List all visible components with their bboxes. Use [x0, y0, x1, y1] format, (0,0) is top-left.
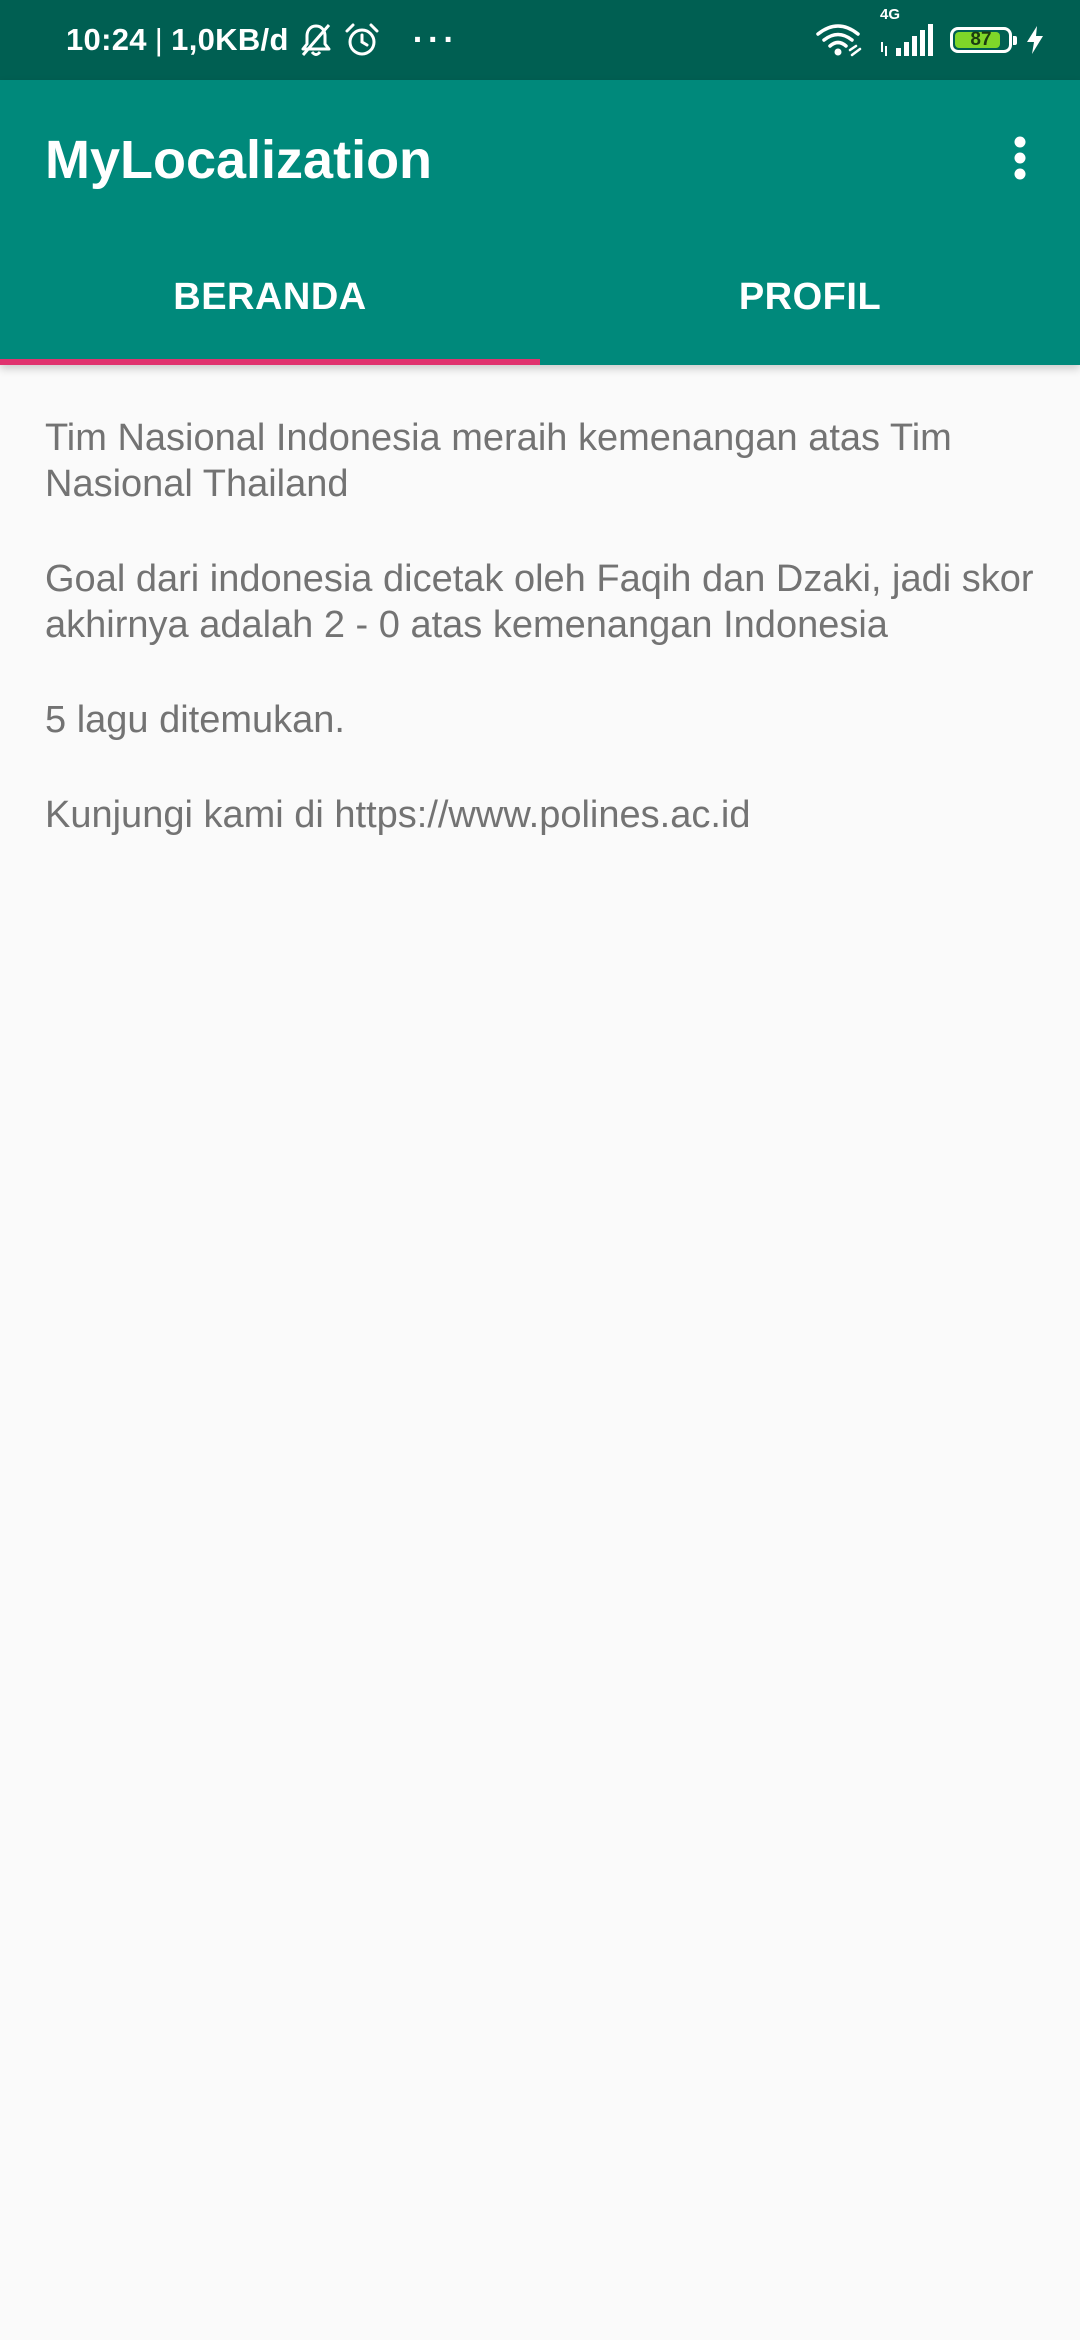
status-right-group: 4G 87: [800, 0, 1046, 80]
battery-icon: 87: [950, 27, 1017, 53]
more-notifications-icon: ···: [412, 20, 459, 59]
visit-us-text: Kunjungi kami di https://www.polines.ac.…: [45, 794, 751, 836]
songs-found-text: 5 lagu ditemukan.: [45, 699, 345, 741]
tab-beranda[interactable]: BERANDA: [0, 230, 540, 365]
battery-level: 87: [970, 29, 992, 50]
tab-bar: BERANDA PROFIL: [0, 230, 1080, 365]
wifi-icon: [814, 22, 864, 58]
app-bar: MyLocalization BERANDA PROFIL: [0, 80, 1080, 365]
score-paragraph: Goal dari indonesia dicetak oleh Faqih d…: [45, 558, 1034, 646]
network-type-label: 4G: [880, 6, 901, 23]
status-bar: 10:24 | 1,0KB/d ··· 4G 87: [0, 0, 1080, 80]
content-area: Tim Nasional Indonesia meraih kemenangan…: [45, 415, 1045, 887]
status-separator: |: [154, 22, 164, 57]
status-network-speed: 1,0KB/d: [171, 22, 289, 57]
charging-icon: [1024, 24, 1046, 56]
tab-profil-label: PROFIL: [738, 276, 882, 318]
tab-profil[interactable]: PROFIL: [540, 230, 1080, 365]
tab-selected-indicator: [0, 359, 540, 365]
status-left-group: 10:24 | 1,0KB/d ···: [66, 0, 459, 80]
status-time: 10:24: [66, 22, 147, 57]
news-paragraph: Tim Nasional Indonesia meraih kemenangan…: [45, 417, 952, 505]
tab-beranda-label: BERANDA: [173, 276, 367, 318]
bell-muted-icon: [299, 22, 333, 58]
more-vert-icon[interactable]: [980, 118, 1060, 198]
signal-4g-icon: 4G: [878, 6, 934, 58]
alarm-icon: [343, 22, 381, 58]
app-title: MyLocalization: [45, 130, 433, 190]
